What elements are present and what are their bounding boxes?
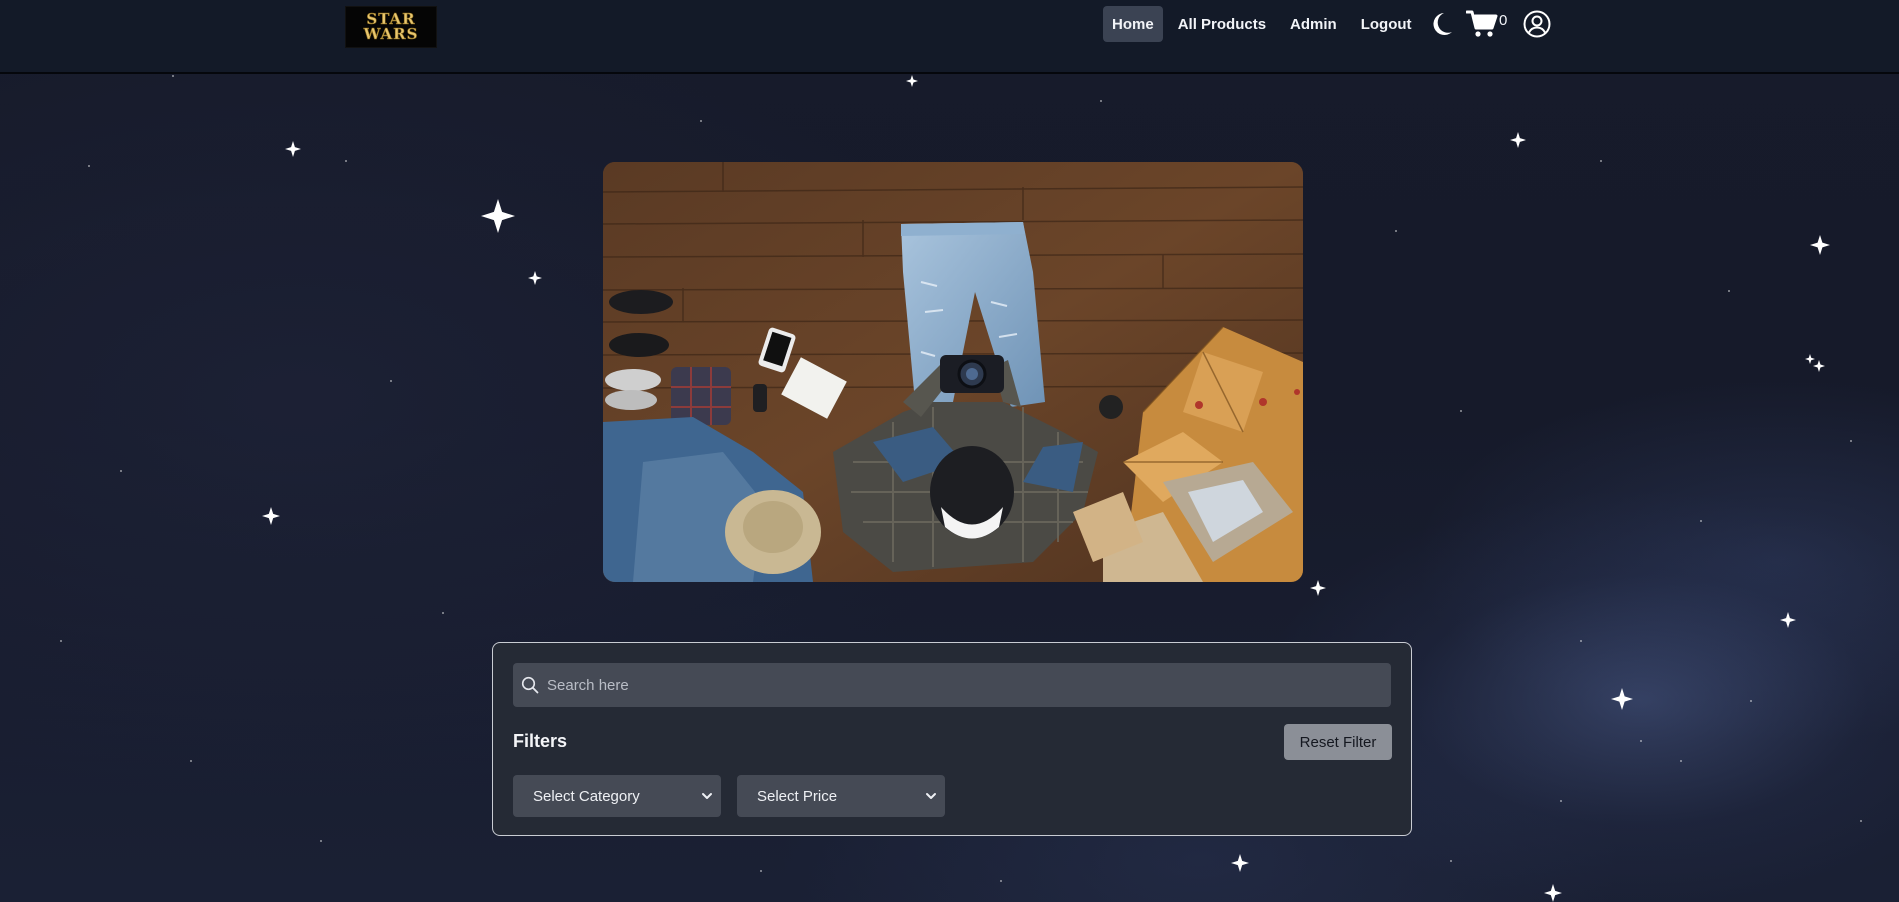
star-dot bbox=[1600, 160, 1602, 162]
star-dot bbox=[60, 640, 62, 642]
nav-home[interactable]: Home bbox=[1103, 6, 1163, 42]
reset-filter-button[interactable]: Reset Filter bbox=[1284, 724, 1392, 760]
chevron-down-icon bbox=[701, 790, 713, 802]
star bbox=[528, 271, 542, 285]
star-dot bbox=[1395, 230, 1397, 232]
star-dot bbox=[88, 165, 90, 167]
star bbox=[481, 199, 515, 233]
nav-logout[interactable]: Logout bbox=[1352, 6, 1421, 42]
cart-count: 0 bbox=[1499, 11, 1508, 29]
filters-title: Filters bbox=[513, 731, 568, 751]
star-dot bbox=[1850, 440, 1852, 442]
star bbox=[1810, 235, 1830, 255]
star-dot bbox=[1728, 290, 1730, 292]
star-dot bbox=[1700, 520, 1702, 522]
star-dot bbox=[1680, 760, 1682, 762]
star-dot bbox=[1750, 700, 1752, 702]
star-dot bbox=[345, 160, 347, 162]
star-dot bbox=[190, 760, 192, 762]
star-dot bbox=[1640, 740, 1642, 742]
star-dot bbox=[760, 870, 762, 872]
star bbox=[906, 75, 918, 87]
nav-all-products[interactable]: All Products bbox=[1169, 6, 1275, 42]
nav-admin[interactable]: Admin bbox=[1281, 6, 1346, 42]
price-select[interactable]: Select Price bbox=[737, 775, 945, 817]
star bbox=[1231, 854, 1249, 872]
star-dot bbox=[120, 470, 122, 472]
star bbox=[1813, 360, 1825, 372]
star-dot bbox=[1450, 860, 1452, 862]
star bbox=[1805, 354, 1815, 364]
search-input[interactable] bbox=[545, 662, 1391, 708]
moon-icon[interactable] bbox=[1430, 11, 1454, 37]
star-dot bbox=[1100, 100, 1102, 102]
star-dot bbox=[442, 612, 444, 614]
star bbox=[1310, 580, 1326, 596]
star bbox=[1611, 688, 1633, 710]
star-dot bbox=[390, 380, 392, 382]
logo-line-2: WARS bbox=[363, 25, 419, 43]
star-dot bbox=[1560, 800, 1562, 802]
star bbox=[1544, 884, 1562, 902]
cart-icon bbox=[1466, 9, 1498, 39]
star-dot bbox=[700, 120, 702, 122]
star-dot bbox=[1460, 410, 1462, 412]
hero-image bbox=[603, 162, 1303, 582]
star-dot bbox=[172, 75, 174, 77]
star bbox=[285, 141, 301, 157]
filter-panel: Filters Reset Filter Select Category Sel… bbox=[492, 642, 1412, 836]
star bbox=[1510, 132, 1526, 148]
search-box[interactable] bbox=[513, 662, 1391, 708]
nav-icons: 0 bbox=[1430, 9, 1551, 39]
star-dot bbox=[1860, 820, 1862, 822]
star-dot bbox=[320, 840, 322, 842]
user-circle-icon[interactable] bbox=[1523, 10, 1551, 38]
star bbox=[262, 507, 280, 525]
star-dot bbox=[1580, 640, 1582, 642]
search-icon bbox=[521, 676, 539, 694]
category-select[interactable]: Select Category bbox=[513, 775, 721, 817]
chevron-down-icon bbox=[925, 790, 937, 802]
star-wars-logo[interactable]: STAR WARS bbox=[345, 6, 437, 48]
star bbox=[1780, 612, 1796, 628]
navbar: STAR WARS Home All Products Admin Logout… bbox=[0, 0, 1899, 74]
nav-links: Home All Products Admin Logout bbox=[1103, 6, 1427, 42]
category-select-value: Select Category bbox=[533, 787, 640, 805]
star-dot bbox=[1000, 880, 1002, 882]
price-select-value: Select Price bbox=[757, 787, 838, 805]
cart-button[interactable]: 0 bbox=[1466, 9, 1507, 39]
